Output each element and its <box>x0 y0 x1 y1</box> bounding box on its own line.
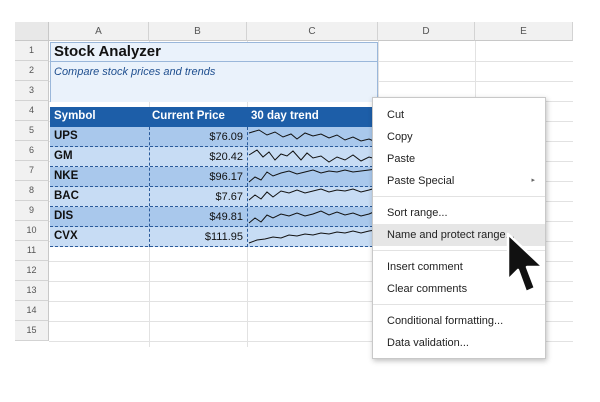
sparkline-nke <box>248 168 377 183</box>
sparkline-bac <box>248 187 377 201</box>
column-header-d[interactable]: D <box>378 22 475 41</box>
sparkline-cvx <box>248 229 377 244</box>
menu-item-paste[interactable]: Paste <box>373 148 545 170</box>
price-cell: $96.17 <box>209 171 243 183</box>
menu-item-paste-special[interactable]: Paste Special ▸ <box>373 170 545 192</box>
column-header-a[interactable]: A <box>49 22 149 41</box>
price-cell: $7.67 <box>215 191 243 203</box>
row-header-6[interactable]: 6 <box>15 141 49 161</box>
row-header-12[interactable]: 12 <box>15 261 49 281</box>
column-header-e[interactable]: E <box>475 22 573 41</box>
symbol-cell: BAC <box>54 190 79 202</box>
column-header-b[interactable]: B <box>149 22 247 41</box>
menu-item-data-validation[interactable]: Data validation... <box>373 332 545 354</box>
menu-separator <box>373 196 545 197</box>
select-all-corner[interactable] <box>15 22 49 41</box>
price-cell: $20.42 <box>209 151 243 163</box>
row-header-15[interactable]: 15 <box>15 321 49 341</box>
menu-item-cut[interactable]: Cut <box>373 104 545 126</box>
header-30-day-trend: 30 day trend <box>251 110 319 122</box>
menu-item-label: Paste Special <box>387 175 455 187</box>
sparkline-gm <box>248 149 377 163</box>
header-symbol: Symbol <box>54 110 96 122</box>
row-header-13[interactable]: 13 <box>15 281 49 301</box>
row-header-10[interactable]: 10 <box>15 221 49 241</box>
row-header-7[interactable]: 7 <box>15 161 49 181</box>
context-menu[interactable]: Cut Copy Paste Paste Special ▸ Sort rang… <box>372 97 546 359</box>
row-header-4[interactable]: 4 <box>15 101 49 121</box>
row-header-1[interactable]: 1 <box>15 41 49 61</box>
column-header-c[interactable]: C <box>247 22 378 41</box>
header-current-price: Current Price <box>152 110 225 122</box>
row-header-8[interactable]: 8 <box>15 181 49 201</box>
price-cell: $76.09 <box>209 131 243 143</box>
row-header-14[interactable]: 14 <box>15 301 49 321</box>
menu-separator <box>373 304 545 305</box>
menu-item-conditional-formatting[interactable]: Conditional formatting... <box>373 310 545 332</box>
sparkline-dis <box>248 210 377 224</box>
submenu-arrow-icon: ▸ <box>531 177 535 184</box>
row-header-2[interactable]: 2 <box>15 61 49 81</box>
sheet-title: Stock Analyzer <box>54 43 161 60</box>
symbol-cell: CVX <box>54 230 78 242</box>
sheet-subtitle: Compare stock prices and trends <box>54 66 216 78</box>
row-header-3[interactable]: 3 <box>15 81 49 101</box>
symbol-cell: GM <box>54 150 73 162</box>
symbol-cell: UPS <box>54 130 78 142</box>
row-header-9[interactable]: 9 <box>15 201 49 221</box>
price-cell: $111.95 <box>204 231 243 243</box>
sparkline-ups <box>248 129 377 143</box>
symbol-cell: DIS <box>54 210 74 222</box>
menu-item-copy[interactable]: Copy <box>373 126 545 148</box>
price-cell: $49.81 <box>209 211 243 223</box>
trend-sparklines <box>248 129 377 244</box>
mouse-pointer-icon <box>506 232 545 294</box>
menu-item-sort-range[interactable]: Sort range... <box>373 202 545 224</box>
symbol-cell: NKE <box>54 170 79 182</box>
row-header-5[interactable]: 5 <box>15 121 49 141</box>
row-header-11[interactable]: 11 <box>15 241 49 261</box>
cell-divider <box>149 127 150 247</box>
